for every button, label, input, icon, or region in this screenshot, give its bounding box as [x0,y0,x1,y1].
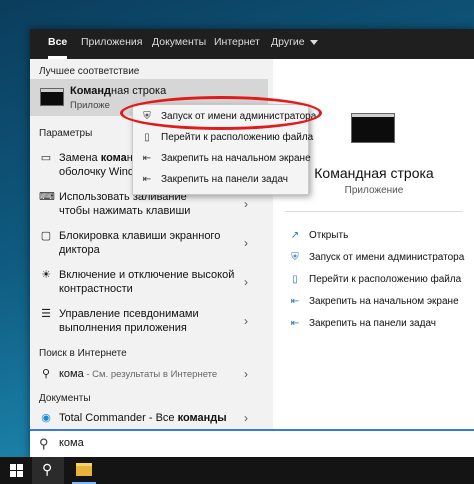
web-search-line: кома - См. результаты в Интернете [59,367,217,382]
chevron-right-icon[interactable]: › [244,411,256,425]
chevron-right-icon[interactable]: › [244,275,256,289]
filter-tabs: Все Приложения Документы Интернет Другие [30,29,474,59]
settings-item-highlight: кома [100,152,127,164]
document-title-highlight: команды [177,412,227,424]
settings-item-high-contrast[interactable]: ☀ Включение и отключение высокой контрас… [30,268,268,298]
tab-other[interactable]: Другие [271,29,318,59]
settings-item-line2: оболочку Windo [59,166,141,178]
context-item-label: Закрепить на панели задач [161,174,288,185]
settings-item-line1: Замена команд [59,151,139,165]
search-icon: ⚲ [39,436,49,451]
settings-item-app-aliases[interactable]: ☰ Управление псевдонимами выполнения при… [30,307,268,337]
best-match-header: Лучшее соответствие [39,66,140,77]
context-item-label: Перейти к расположению файла [161,132,314,143]
settings-item-line1: Включение и отключение высокой [59,269,235,281]
tab-apps[interactable]: Приложения [81,29,142,59]
keyboard-icon: ⌨ [39,191,55,203]
chevron-right-icon[interactable]: › [244,236,256,250]
brightness-icon: ☀ [41,269,51,281]
document-title-a: Total Commander - Все [59,412,178,424]
action-open-file-location[interactable]: ▯ Перейти к расположению файла [289,273,469,287]
settings-item-text-a: Замена [59,152,101,164]
settings-item-line2: выполнения приложения [59,322,187,334]
windows-start-icon[interactable] [10,464,23,477]
action-label: Перейти к расположению файла [309,274,462,285]
action-run-as-admin[interactable]: ⛨ Запуск от имени администратора [289,251,469,265]
pin-icon: ⇤ [142,174,152,185]
action-label: Открыть [309,230,349,241]
search-input[interactable]: кома [59,437,84,449]
red-highlight-oval [120,96,322,130]
command-prompt-icon [40,88,64,106]
settings-item-line2: чтобы нажимать клавиши [59,205,191,217]
tab-other-label: Другие [271,36,305,48]
action-label: Закрепить на панели задач [309,318,436,329]
context-item-label: Закрепить на начальном экране [161,153,311,164]
best-match-title: Командная строка [70,85,166,97]
chevron-right-icon[interactable]: › [244,367,256,381]
chevron-right-icon[interactable]: › [244,314,256,328]
action-open[interactable]: ↗ Открыть [289,229,469,243]
file-location-icon: ▯ [144,132,150,143]
search-icon: ⚲ [41,368,51,380]
best-match-title-highlight: Команд [70,85,112,97]
list-icon: ☰ [41,308,51,320]
settings-item-line1: Блокировка клавиши экранного [59,230,221,242]
pin-icon: ⇤ [290,296,300,307]
pin-icon: ⇤ [142,153,152,164]
narrator-icon: ▢ [40,230,52,242]
tab-all[interactable]: Все [48,29,68,59]
settings-header: Параметры [39,128,93,139]
best-match-subtitle: Приложе [70,100,110,111]
web-search-hint: - См. результаты в Интернете [83,369,218,380]
shield-icon: ⛨ [291,252,299,263]
context-item-pin-to-taskbar[interactable]: ⇤ Закрепить на панели задач [133,170,308,190]
settings-item-line2: диктора [59,244,100,256]
edge-icon: ◉ [41,412,51,424]
action-label: Закрепить на начальном экране [309,296,459,307]
action-pin-to-taskbar[interactable]: ⇤ Закрепить на панели задач [289,317,469,331]
settings-item-line2: контрастности [59,283,133,295]
chevron-down-icon [309,39,318,45]
best-match-title-rest: ная строка [111,85,167,97]
context-item-pin-to-start[interactable]: ⇤ Закрепить на начальном экране [133,149,311,169]
search-icon: ⚲ [42,461,53,477]
monitor-icon: ▭ [40,152,52,164]
context-item-open-file-location[interactable]: ▯ Перейти к расположению файла [133,128,313,148]
web-search-query: кома [59,368,84,380]
action-pin-to-start[interactable]: ⇤ Закрепить на начальном экране [289,295,469,309]
start-search-panel: Все Приложения Документы Интернет Другие… [30,29,474,457]
web-search-header: Поиск в Интернете [39,348,127,359]
action-label: Запуск от имени администратора [309,252,465,263]
settings-item-narrator-key[interactable]: ▢ Блокировка клавиши экранного диктора › [30,229,268,259]
chevron-right-icon[interactable]: › [244,197,256,211]
file-location-icon: ▯ [292,274,298,285]
command-prompt-large-icon [351,113,395,143]
documents-header: Документы [39,393,91,404]
taskbar: ⚲ [0,457,474,484]
settings-item-line1: Управление псевдонимами [59,308,199,320]
open-icon: ↗ [290,230,300,241]
taskbar-search-button[interactable]: ⚲ [32,457,64,484]
web-search-item[interactable]: ⚲ кома - См. результаты в Интернете › [30,367,268,383]
tab-documents[interactable]: Документы [152,29,206,59]
document-item[interactable]: ◉ Total Commander - Все команды › [30,411,268,427]
document-title: Total Commander - Все команды [59,411,227,425]
divider [285,211,463,212]
search-box[interactable]: ⚲ кома [30,429,474,457]
tab-internet[interactable]: Интернет [214,29,260,59]
file-explorer-icon[interactable] [76,463,92,476]
pin-icon: ⇤ [290,318,300,329]
